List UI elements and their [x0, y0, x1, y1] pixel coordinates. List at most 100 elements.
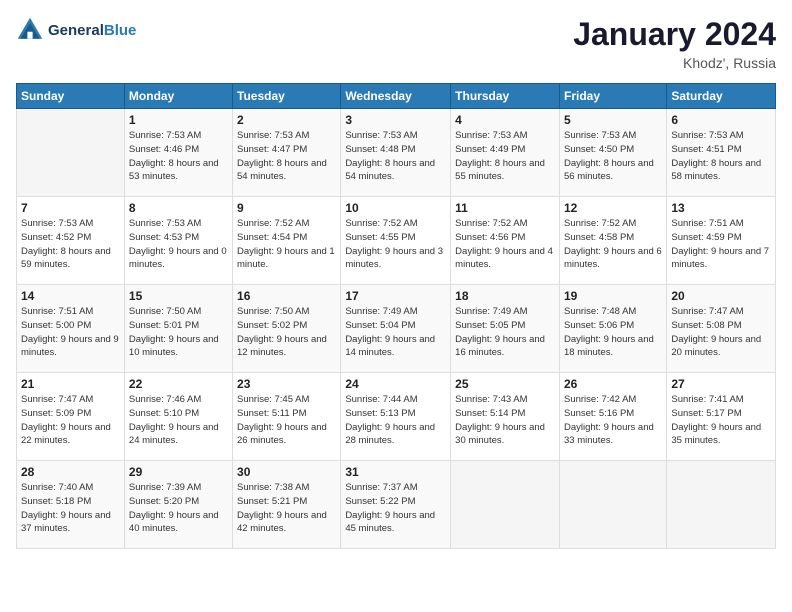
day-header-sunday: Sunday [17, 84, 125, 109]
day-info: Sunrise: 7:47 AM Sunset: 5:09 PM Dayligh… [21, 393, 120, 448]
calendar-cell: 13 Sunrise: 7:51 AM Sunset: 4:59 PM Dayl… [667, 197, 776, 285]
sunrise: Sunrise: 7:51 AM [671, 218, 743, 229]
calendar-header-row: SundayMondayTuesdayWednesdayThursdayFrid… [17, 84, 776, 109]
day-number: 9 [237, 201, 336, 215]
sunrise: Sunrise: 7:53 AM [671, 130, 743, 141]
sunrise: Sunrise: 7:44 AM [345, 394, 417, 405]
daylight: Daylight: 9 hours and 7 minutes. [671, 246, 769, 271]
calendar-cell: 6 Sunrise: 7:53 AM Sunset: 4:51 PM Dayli… [667, 109, 776, 197]
calendar-cell: 30 Sunrise: 7:38 AM Sunset: 5:21 PM Dayl… [233, 461, 341, 549]
sunset: Sunset: 4:47 PM [237, 144, 307, 155]
sunset: Sunset: 5:13 PM [345, 408, 415, 419]
sunrise: Sunrise: 7:45 AM [237, 394, 309, 405]
day-info: Sunrise: 7:52 AM Sunset: 4:55 PM Dayligh… [345, 217, 446, 272]
calendar-cell [17, 109, 125, 197]
calendar-cell: 21 Sunrise: 7:47 AM Sunset: 5:09 PM Dayl… [17, 373, 125, 461]
daylight: Daylight: 9 hours and 14 minutes. [345, 334, 435, 359]
calendar-cell [451, 461, 560, 549]
calendar-cell: 27 Sunrise: 7:41 AM Sunset: 5:17 PM Dayl… [667, 373, 776, 461]
sunrise: Sunrise: 7:47 AM [21, 394, 93, 405]
calendar-cell: 17 Sunrise: 7:49 AM Sunset: 5:04 PM Dayl… [341, 285, 451, 373]
day-info: Sunrise: 7:50 AM Sunset: 5:01 PM Dayligh… [129, 305, 228, 360]
day-number: 24 [345, 377, 446, 391]
day-info: Sunrise: 7:53 AM Sunset: 4:48 PM Dayligh… [345, 129, 446, 184]
logo: GeneralBlue [16, 16, 136, 44]
daylight: Daylight: 9 hours and 22 minutes. [21, 422, 111, 447]
day-number: 12 [564, 201, 662, 215]
daylight: Daylight: 8 hours and 56 minutes. [564, 158, 654, 183]
day-number: 14 [21, 289, 120, 303]
sunrise: Sunrise: 7:50 AM [237, 306, 309, 317]
day-number: 4 [455, 113, 555, 127]
day-info: Sunrise: 7:39 AM Sunset: 5:20 PM Dayligh… [129, 481, 228, 536]
week-row-2: 14 Sunrise: 7:51 AM Sunset: 5:00 PM Dayl… [17, 285, 776, 373]
daylight: Daylight: 9 hours and 1 minute. [237, 246, 335, 271]
sunrise: Sunrise: 7:53 AM [345, 130, 417, 141]
sunrise: Sunrise: 7:43 AM [455, 394, 527, 405]
day-info: Sunrise: 7:37 AM Sunset: 5:22 PM Dayligh… [345, 481, 446, 536]
sunrise: Sunrise: 7:53 AM [21, 218, 93, 229]
calendar-cell: 15 Sunrise: 7:50 AM Sunset: 5:01 PM Dayl… [124, 285, 232, 373]
day-number: 31 [345, 465, 446, 479]
day-number: 22 [129, 377, 228, 391]
sunrise: Sunrise: 7:50 AM [129, 306, 201, 317]
sunset: Sunset: 5:17 PM [671, 408, 741, 419]
logo-icon [16, 16, 44, 44]
day-info: Sunrise: 7:53 AM Sunset: 4:51 PM Dayligh… [671, 129, 771, 184]
sunrise: Sunrise: 7:49 AM [455, 306, 527, 317]
sunset: Sunset: 5:21 PM [237, 496, 307, 507]
sunrise: Sunrise: 7:39 AM [129, 482, 201, 493]
daylight: Daylight: 8 hours and 58 minutes. [671, 158, 761, 183]
calendar-cell: 9 Sunrise: 7:52 AM Sunset: 4:54 PM Dayli… [233, 197, 341, 285]
daylight: Daylight: 9 hours and 28 minutes. [345, 422, 435, 447]
day-header-monday: Monday [124, 84, 232, 109]
daylight: Daylight: 9 hours and 0 minutes. [129, 246, 227, 271]
day-info: Sunrise: 7:42 AM Sunset: 5:16 PM Dayligh… [564, 393, 662, 448]
daylight: Daylight: 8 hours and 55 minutes. [455, 158, 545, 183]
sunrise: Sunrise: 7:52 AM [237, 218, 309, 229]
calendar-cell: 31 Sunrise: 7:37 AM Sunset: 5:22 PM Dayl… [341, 461, 451, 549]
sunrise: Sunrise: 7:52 AM [455, 218, 527, 229]
sunset: Sunset: 4:51 PM [671, 144, 741, 155]
calendar-cell: 7 Sunrise: 7:53 AM Sunset: 4:52 PM Dayli… [17, 197, 125, 285]
daylight: Daylight: 9 hours and 40 minutes. [129, 510, 219, 535]
day-info: Sunrise: 7:53 AM Sunset: 4:49 PM Dayligh… [455, 129, 555, 184]
day-number: 28 [21, 465, 120, 479]
week-row-0: 1 Sunrise: 7:53 AM Sunset: 4:46 PM Dayli… [17, 109, 776, 197]
sunset: Sunset: 5:10 PM [129, 408, 199, 419]
day-header-thursday: Thursday [451, 84, 560, 109]
calendar: SundayMondayTuesdayWednesdayThursdayFrid… [16, 83, 776, 549]
sunrise: Sunrise: 7:53 AM [564, 130, 636, 141]
day-info: Sunrise: 7:48 AM Sunset: 5:06 PM Dayligh… [564, 305, 662, 360]
sunset: Sunset: 5:20 PM [129, 496, 199, 507]
sunset: Sunset: 5:04 PM [345, 320, 415, 331]
sunrise: Sunrise: 7:52 AM [564, 218, 636, 229]
day-number: 25 [455, 377, 555, 391]
day-info: Sunrise: 7:53 AM Sunset: 4:47 PM Dayligh… [237, 129, 336, 184]
calendar-cell: 4 Sunrise: 7:53 AM Sunset: 4:49 PM Dayli… [451, 109, 560, 197]
sunrise: Sunrise: 7:42 AM [564, 394, 636, 405]
day-info: Sunrise: 7:53 AM Sunset: 4:52 PM Dayligh… [21, 217, 120, 272]
day-number: 27 [671, 377, 771, 391]
week-row-1: 7 Sunrise: 7:53 AM Sunset: 4:52 PM Dayli… [17, 197, 776, 285]
day-header-friday: Friday [559, 84, 666, 109]
day-number: 30 [237, 465, 336, 479]
day-info: Sunrise: 7:53 AM Sunset: 4:53 PM Dayligh… [129, 217, 228, 272]
daylight: Daylight: 9 hours and 12 minutes. [237, 334, 327, 359]
calendar-cell: 12 Sunrise: 7:52 AM Sunset: 4:58 PM Dayl… [559, 197, 666, 285]
sunset: Sunset: 5:08 PM [671, 320, 741, 331]
day-info: Sunrise: 7:51 AM Sunset: 4:59 PM Dayligh… [671, 217, 771, 272]
calendar-cell: 23 Sunrise: 7:45 AM Sunset: 5:11 PM Dayl… [233, 373, 341, 461]
sunrise: Sunrise: 7:53 AM [129, 218, 201, 229]
day-info: Sunrise: 7:47 AM Sunset: 5:08 PM Dayligh… [671, 305, 771, 360]
daylight: Daylight: 9 hours and 18 minutes. [564, 334, 654, 359]
day-number: 2 [237, 113, 336, 127]
calendar-cell: 20 Sunrise: 7:47 AM Sunset: 5:08 PM Dayl… [667, 285, 776, 373]
daylight: Daylight: 9 hours and 24 minutes. [129, 422, 219, 447]
day-header-wednesday: Wednesday [341, 84, 451, 109]
sunset: Sunset: 5:01 PM [129, 320, 199, 331]
calendar-cell: 14 Sunrise: 7:51 AM Sunset: 5:00 PM Dayl… [17, 285, 125, 373]
calendar-cell: 24 Sunrise: 7:44 AM Sunset: 5:13 PM Dayl… [341, 373, 451, 461]
daylight: Daylight: 9 hours and 37 minutes. [21, 510, 111, 535]
sunrise: Sunrise: 7:51 AM [21, 306, 93, 317]
